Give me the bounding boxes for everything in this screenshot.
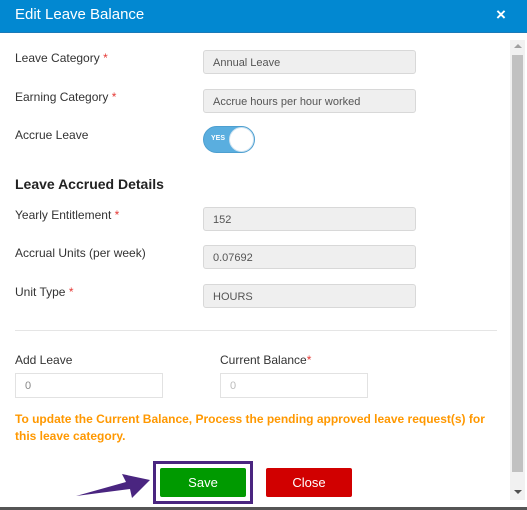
unit-type-field[interactable]: HOURS xyxy=(203,284,416,308)
balance-notice: To update the Current Balance, Process t… xyxy=(15,412,485,443)
toggle-text: YES xyxy=(211,135,226,142)
pointer-arrow-icon xyxy=(76,474,150,498)
save-button[interactable]: Save xyxy=(160,468,246,497)
unit-type-label: Unit Type * xyxy=(15,285,74,299)
earning-category-label: Earning Category * xyxy=(15,90,117,104)
required-marker: * xyxy=(103,51,108,65)
scroll-up-icon[interactable] xyxy=(514,44,522,48)
scroll-down-icon[interactable] xyxy=(514,490,522,494)
add-leave-input[interactable]: 0 xyxy=(15,373,163,398)
current-balance-input[interactable]: 0 xyxy=(220,373,368,398)
section-title: Leave Accrued Details xyxy=(15,176,164,192)
scrollbar[interactable] xyxy=(510,40,525,500)
leave-category-field[interactable]: Annual Leave xyxy=(203,50,416,74)
modal-title: Edit Leave Balance xyxy=(15,6,145,23)
required-marker: * xyxy=(114,208,120,222)
accrual-units-field[interactable]: 0.07692 xyxy=(203,245,416,269)
leave-category-label: Leave Category * xyxy=(15,51,108,65)
toggle-knob xyxy=(229,127,254,152)
modal-header: Edit Leave Balance × xyxy=(0,0,527,33)
yearly-entitlement-field[interactable]: 152 xyxy=(203,207,416,231)
required-marker: * xyxy=(68,285,74,299)
yearly-entitlement-label: Yearly Entitlement * xyxy=(15,208,120,222)
earning-category-field[interactable]: Accrue hours per hour worked xyxy=(203,89,416,113)
close-button[interactable]: Close xyxy=(266,468,352,497)
divider xyxy=(15,330,497,331)
close-icon[interactable]: × xyxy=(496,5,506,25)
add-leave-label: Add Leave xyxy=(15,353,73,367)
accrual-units-label: Accrual Units (per week) xyxy=(15,246,146,260)
accrue-leave-label: Accrue Leave xyxy=(15,128,89,142)
required-marker: * xyxy=(111,90,117,104)
required-marker: * xyxy=(306,353,312,367)
current-balance-label: Current Balance* xyxy=(220,353,312,367)
scroll-thumb[interactable] xyxy=(512,55,523,472)
accrue-leave-toggle[interactable]: YES xyxy=(203,126,255,153)
